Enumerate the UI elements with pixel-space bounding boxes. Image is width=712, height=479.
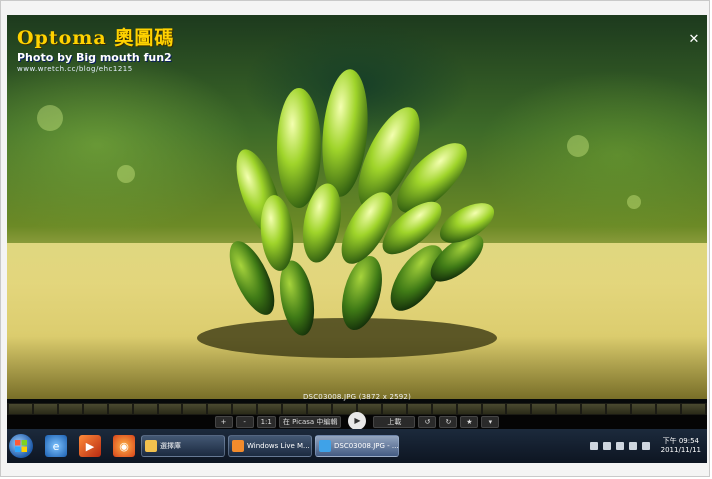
chevron-down-icon[interactable]: ▾ [481,416,500,428]
filmstrip-thumbnail[interactable] [233,404,257,414]
edit-in-picasa-button[interactable]: 在 Picasa 中編輯 [278,416,342,428]
network-icon[interactable] [589,442,598,450]
play-slideshow-icon[interactable]: ▶ [348,411,367,430]
filmstrip-thumbnail[interactable] [407,404,431,414]
filmstrip-thumbnail[interactable] [457,404,481,414]
close-icon[interactable]: ✕ [687,33,701,47]
task-label: DSC03008.JPG - ... [334,442,399,450]
bokeh-light [567,135,589,157]
system-tray: 下午 09:54 2011/11/11 [589,437,707,455]
filmstrip-thumbnail[interactable] [108,404,132,414]
windows-live-icon [232,440,244,452]
filmstrip-thumbnail[interactable] [532,404,556,414]
bokeh-light [627,195,641,209]
watermark-subtitle: Photo by Big mouth fun2 [17,51,172,64]
task-windows-live[interactable]: Windows Live M... [228,435,312,457]
photo-frame: Optoma 奧圖碼 Photo by Big mouth fun2 www.w… [0,0,710,477]
bokeh-light [117,165,135,183]
windows-taskbar: e ▶ ◉ 選擇庫 Windows Live M... DSC03008.JPG… [7,429,707,463]
filmstrip-thumbnail[interactable] [9,404,32,414]
taskbar-clock[interactable]: 下午 09:54 2011/11/11 [661,437,701,455]
task-label: 選擇庫 [160,442,181,450]
watermark-url: www.wretch.cc/blog/ehc1215 [17,65,133,73]
projected-screen: Optoma 奧圖碼 Photo by Big mouth fun2 www.w… [7,15,707,463]
rotate-left-icon[interactable]: ↺ [418,416,437,428]
actual-size-button[interactable]: 1:1 [256,416,276,428]
battery-icon[interactable] [615,442,624,450]
filmstrip-thumbnail[interactable] [183,404,207,414]
upload-button[interactable]: 上載 [373,416,416,428]
clock-time: 下午 09:54 [662,437,700,445]
volume-icon[interactable] [641,442,650,450]
filmstrip-thumbnail[interactable] [308,404,331,414]
filmstrip-thumbnail[interactable] [607,404,631,414]
filmstrip-thumbnail[interactable] [258,404,282,414]
filmstrip-thumbnail[interactable] [681,404,705,414]
task-photo-viewer[interactable]: DSC03008.JPG - ... [315,435,399,457]
filmstrip-thumbnail[interactable] [632,404,655,414]
bokeh-light [37,105,63,131]
flag-icon[interactable] [602,442,611,450]
filmstrip-thumbnail[interactable] [83,404,107,414]
photo-viewer-icon [319,440,331,452]
task-library[interactable]: 選擇庫 [141,435,225,457]
task-label: Windows Live M... [247,442,310,450]
photo-canvas[interactable]: Optoma 奧圖碼 Photo by Big mouth fun2 www.w… [7,15,707,399]
firefox-icon[interactable]: ◉ [113,435,135,457]
photo-caption: DSC03008.JPG (3872 x 2592) [302,393,412,401]
filmstrip-thumbnail[interactable] [58,404,82,414]
folder-icon [145,440,157,452]
filmstrip-thumbnail[interactable] [557,404,581,414]
clock-date: 2011/11/11 [660,446,701,454]
filmstrip-thumbnail[interactable] [507,404,531,414]
rotate-right-icon[interactable]: ↻ [439,416,458,428]
media-player-icon[interactable]: ▶ [79,435,101,457]
star-icon[interactable]: ★ [460,416,479,428]
filmstrip-thumbnail[interactable] [283,404,307,414]
zoom-in-button[interactable]: - [235,416,254,428]
filmstrip-thumbnail[interactable] [432,404,456,414]
watermark-title: Optoma 奧圖碼 [17,27,175,49]
viewer-toolbar: + - 1:1 在 Picasa 中編輯 ▶ 上載 ↺ ↻ ★ ▾ [7,411,707,430]
filmstrip-thumbnail[interactable] [482,404,506,414]
filmstrip-thumbnail[interactable] [133,404,157,414]
filmstrip-thumbnail[interactable] [382,404,406,414]
filmstrip-thumbnail[interactable] [656,404,680,414]
security-icon[interactable] [628,442,637,450]
green-seaweed-subject [197,69,497,358]
zoom-out-button[interactable]: + [214,416,233,428]
internet-explorer-icon[interactable]: e [45,435,67,457]
filmstrip-thumbnail[interactable] [582,404,606,414]
filmstrip-thumbnail[interactable] [158,404,182,414]
filmstrip-thumbnail[interactable] [33,404,57,414]
watermark: Optoma 奧圖碼 Photo by Big mouth fun2 www.w… [17,23,174,73]
windows-start-icon[interactable] [9,434,33,458]
filmstrip-thumbnail[interactable] [208,404,232,414]
